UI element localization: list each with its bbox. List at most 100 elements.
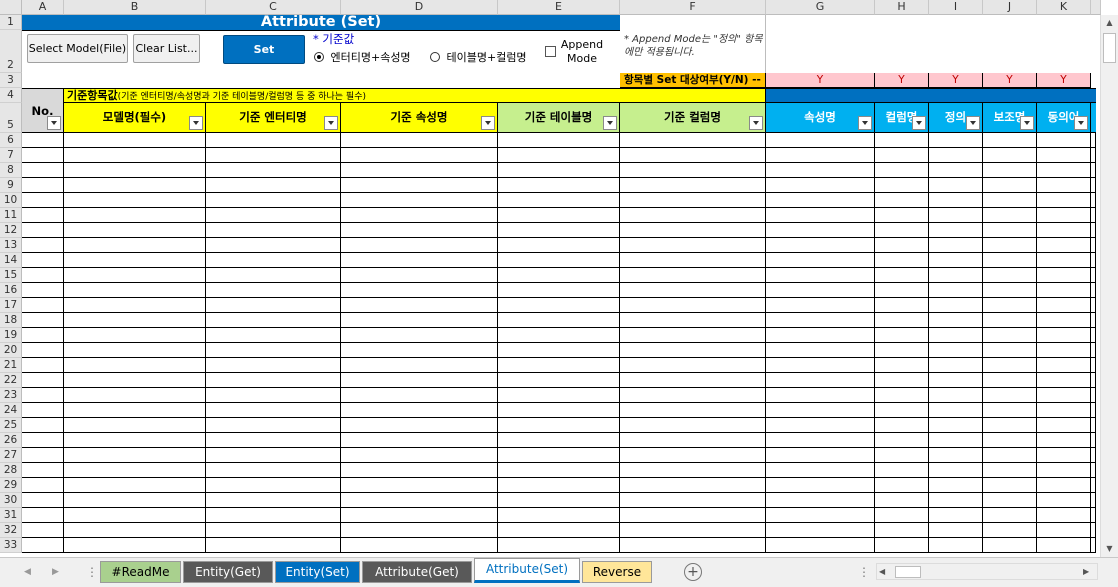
grid-cell[interactable] [64,343,206,358]
grid-cell[interactable] [64,373,206,388]
grid-cell[interactable] [64,328,206,343]
grid-cell[interactable] [1037,283,1091,298]
grid-cell[interactable] [206,523,341,538]
tab-scroll-more-icon[interactable]: ⋮ [86,563,98,581]
grid-cell[interactable] [1037,403,1091,418]
grid-cell[interactable] [983,133,1037,148]
column-header-i[interactable]: I [929,0,983,15]
grid-cell[interactable] [875,358,929,373]
grid-cell[interactable] [620,313,766,328]
grid-cell[interactable] [875,133,929,148]
grid-cell[interactable] [341,508,498,523]
vertical-scrollbar[interactable]: ▲ ▼ [1100,15,1118,559]
grid-cell[interactable] [766,133,875,148]
grid-cell[interactable] [766,433,875,448]
grid-cell[interactable] [620,463,766,478]
grid-cell[interactable] [498,448,620,463]
filter-dropdown-icon[interactable] [481,116,495,130]
grid-cell[interactable] [1091,253,1096,268]
clear-list-button[interactable]: Clear List... [133,34,200,63]
grid-cell[interactable] [766,328,875,343]
grid-cell[interactable] [498,313,620,328]
grid-cell[interactable] [341,148,498,163]
radio-entity-attribute[interactable]: 엔터티명+속성명 [314,51,411,65]
grid-cell[interactable] [22,448,64,463]
grid-cell[interactable] [206,478,341,493]
grid-cell[interactable] [983,538,1037,553]
grid-cell[interactable] [1091,298,1096,313]
grid-cell[interactable] [22,343,64,358]
radio-table-column[interactable]: 테이블명+컬럼명 [430,51,527,65]
grid-cell[interactable] [875,298,929,313]
grid-cell[interactable] [929,268,983,283]
grid-cell[interactable] [983,418,1037,433]
row-header[interactable]: 10 [0,193,22,208]
filter-dropdown-icon[interactable] [603,116,617,130]
grid-cell[interactable] [498,148,620,163]
grid-cell[interactable] [64,313,206,328]
grid-cell[interactable] [983,148,1037,163]
grid-cell[interactable] [498,163,620,178]
grid-cell[interactable] [929,253,983,268]
grid-cell[interactable] [875,148,929,163]
grid-cell[interactable] [1091,148,1096,163]
grid-cell[interactable] [206,343,341,358]
grid-cell[interactable] [929,403,983,418]
grid-cell[interactable] [929,163,983,178]
grid-cell[interactable] [983,283,1037,298]
grid-cell[interactable] [206,358,341,373]
grid-cell[interactable] [1091,328,1096,343]
grid-cell[interactable] [1037,478,1091,493]
row-header[interactable]: 25 [0,418,22,433]
grid-cell[interactable] [766,178,875,193]
grid-cell[interactable] [206,208,341,223]
grid-cell[interactable] [341,298,498,313]
filter-dropdown-icon[interactable] [1074,116,1088,130]
grid-cell[interactable] [1037,313,1091,328]
horizontal-scrollbar[interactable]: ◀ ▶ [876,563,1098,580]
grid-cell[interactable] [206,508,341,523]
grid-cell[interactable] [929,223,983,238]
grid-cell[interactable] [206,463,341,478]
grid-cell[interactable] [498,388,620,403]
grid-cell[interactable] [620,178,766,193]
grid-cell[interactable] [766,163,875,178]
grid-cell[interactable] [64,148,206,163]
grid-cell[interactable] [875,268,929,283]
scroll-thumb[interactable] [1103,33,1116,63]
grid-cell[interactable] [929,463,983,478]
row-header[interactable]: 29 [0,478,22,493]
grid-cell[interactable] [341,448,498,463]
row-header[interactable]: 30 [0,493,22,508]
grid-cell[interactable] [64,463,206,478]
grid-cell[interactable] [929,313,983,328]
grid-cell[interactable] [341,208,498,223]
grid-cell[interactable] [875,508,929,523]
grid-cell[interactable] [875,463,929,478]
row-header[interactable]: 19 [0,328,22,343]
grid-cell[interactable] [1037,298,1091,313]
grid-cell[interactable] [875,283,929,298]
grid-cell[interactable] [341,373,498,388]
grid-cell[interactable] [64,418,206,433]
hscroll-right-arrow-icon[interactable]: ▶ [1083,564,1097,580]
grid-cell[interactable] [341,463,498,478]
grid-cell[interactable] [22,178,64,193]
grid-cell[interactable] [983,163,1037,178]
grid-cell[interactable] [341,418,498,433]
grid-cell[interactable] [498,298,620,313]
grid-cell[interactable] [206,238,341,253]
grid-cell[interactable] [1037,148,1091,163]
grid-cell[interactable] [929,358,983,373]
grid-cell[interactable] [1091,283,1096,298]
grid-cell[interactable] [498,253,620,268]
grid-cell[interactable] [766,493,875,508]
grid-cell[interactable] [498,493,620,508]
grid-cell[interactable] [620,508,766,523]
grid-cell[interactable] [983,313,1037,328]
grid-cell[interactable] [983,223,1037,238]
hscroll-left-arrow-icon[interactable]: ◀ [879,564,893,580]
grid-cell[interactable] [875,373,929,388]
grid-cell[interactable] [929,133,983,148]
grid-cell[interactable] [341,163,498,178]
